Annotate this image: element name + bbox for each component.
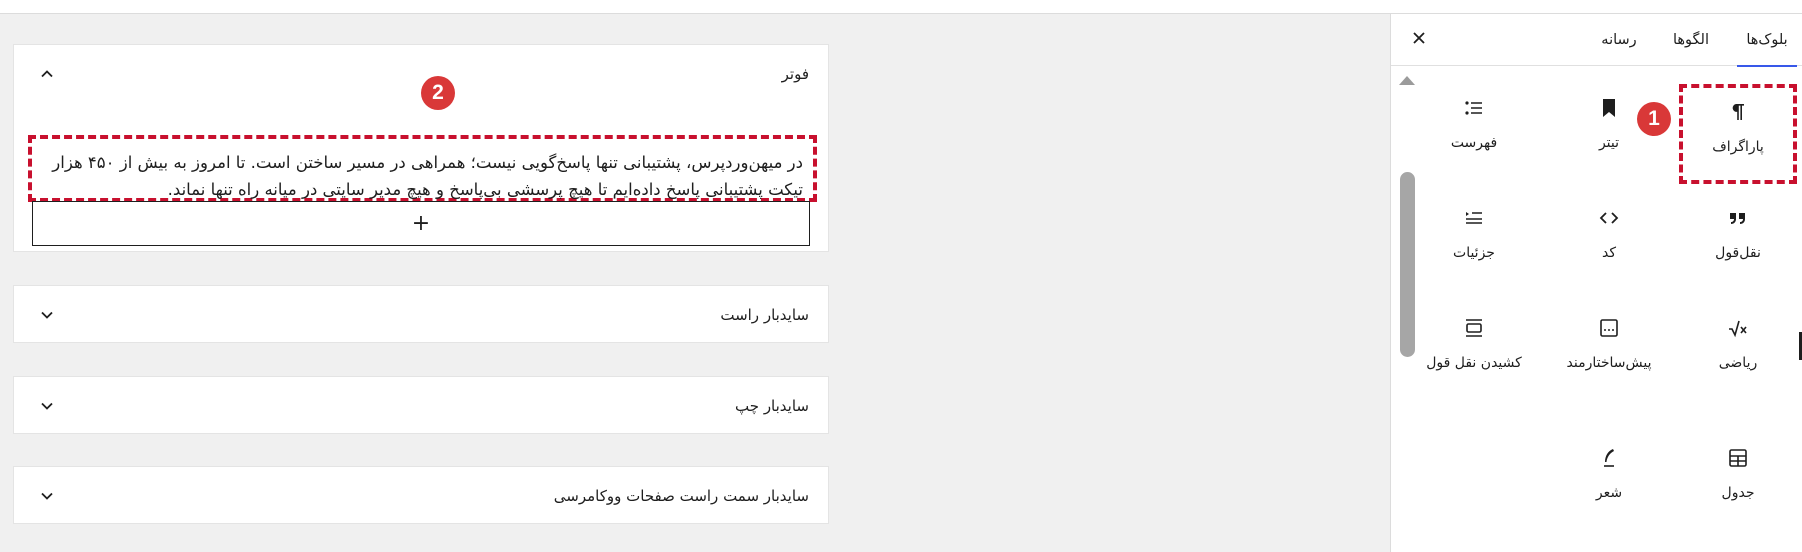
panel-title: سایدبار چپ <box>735 397 809 415</box>
close-button[interactable] <box>1407 28 1431 52</box>
table-icon <box>1726 446 1750 470</box>
panel-header-left-sidebar[interactable]: سایدبار چپ <box>14 377 828 435</box>
block-math[interactable]: ریاضی <box>1679 304 1797 404</box>
block-label: فهرست <box>1450 135 1498 151</box>
scrollbar-thumb[interactable] <box>1400 172 1415 357</box>
panel-title: سایدبار سمت راست صفحات ووکامرسی <box>553 487 809 505</box>
block-details[interactable]: جزئیات <box>1415 194 1533 294</box>
panel-header-right-sidebar[interactable]: سایدبار راست <box>14 286 828 344</box>
tab-blocks[interactable]: بلوک‌ها <box>1737 14 1797 67</box>
block-label: نقل‌قول <box>1715 245 1761 261</box>
editor-canvas: فوتر در میهن‌وردپرس، پشتیبانی تنها پاسخ‌… <box>0 14 1390 552</box>
math-icon <box>1726 316 1750 340</box>
annotation-badge-2: 2 <box>421 76 455 110</box>
block-label: پیش‌ساختارمند <box>1566 355 1652 371</box>
chevron-down-icon[interactable] <box>36 395 58 417</box>
widget-area-right-sidebar: سایدبار راست <box>13 285 829 343</box>
verse-icon <box>1597 446 1621 470</box>
chevron-up-icon[interactable] <box>36 63 58 85</box>
block-label: شعر <box>1595 485 1623 501</box>
block-label: پاراگراف <box>1712 139 1764 155</box>
paragraph-icon <box>1726 100 1750 124</box>
tab-media[interactable]: رسانه <box>1591 14 1647 66</box>
block-label: کد <box>1601 245 1616 261</box>
top-toolbar <box>0 0 1802 14</box>
add-block-button[interactable]: + <box>32 201 810 246</box>
block-list[interactable]: فهرست <box>1415 84 1533 184</box>
block-code[interactable]: کد <box>1550 194 1668 294</box>
block-inserter-sidebar: بلوک‌ها الگوها رسانه پاراگراف تیتر فهرست <box>1390 14 1802 552</box>
block-label: تیتر <box>1598 135 1620 151</box>
panel-title: سایدبار راست <box>720 306 809 324</box>
annotation-badge-1: 1 <box>1637 102 1671 136</box>
list-icon <box>1462 96 1486 120</box>
footer-paragraph-block[interactable]: در میهن‌وردپرس، پشتیبانی تنها پاسخ‌گویی … <box>28 135 817 202</box>
plus-icon: + <box>411 211 431 236</box>
block-table[interactable]: جدول <box>1679 434 1797 534</box>
details-icon <box>1462 206 1486 230</box>
block-paragraph[interactable]: پاراگراف <box>1679 84 1797 184</box>
quote-icon <box>1726 206 1750 230</box>
widget-area-woocommerce-sidebar: سایدبار سمت راست صفحات ووکامرسی <box>13 466 829 524</box>
code-icon <box>1597 206 1621 230</box>
block-label: کشیدن نقل قول <box>1426 355 1522 371</box>
chevron-down-icon[interactable] <box>36 485 58 507</box>
block-pullquote[interactable]: کشیدن نقل قول <box>1415 304 1533 404</box>
inserter-tabs: بلوک‌ها الگوها رسانه <box>1391 14 1802 67</box>
preformatted-icon <box>1597 316 1621 340</box>
panel-title: فوتر <box>781 65 809 83</box>
chevron-down-icon[interactable] <box>36 304 58 326</box>
footer-paragraph-text[interactable]: در میهن‌وردپرس، پشتیبانی تنها پاسخ‌گویی … <box>52 153 803 199</box>
block-quote[interactable]: نقل‌قول <box>1679 194 1797 294</box>
close-icon <box>1410 29 1428 51</box>
pullquote-icon <box>1462 316 1486 340</box>
panel-header-woocommerce-sidebar[interactable]: سایدبار سمت راست صفحات ووکامرسی <box>14 467 828 525</box>
block-verse[interactable]: شعر <box>1550 434 1668 534</box>
block-label: جزئیات <box>1453 245 1495 261</box>
tab-patterns[interactable]: الگوها <box>1663 14 1719 66</box>
block-label: ریاضی <box>1718 355 1758 371</box>
block-label: جدول <box>1721 485 1755 501</box>
scrollbar[interactable] <box>1395 76 1415 366</box>
heading-bookmark-icon <box>1597 96 1621 120</box>
scroll-up-arrow-icon[interactable] <box>1399 76 1415 85</box>
widget-area-left-sidebar: سایدبار چپ <box>13 376 829 434</box>
block-preformatted[interactable]: پیش‌ساختارمند <box>1550 304 1668 404</box>
